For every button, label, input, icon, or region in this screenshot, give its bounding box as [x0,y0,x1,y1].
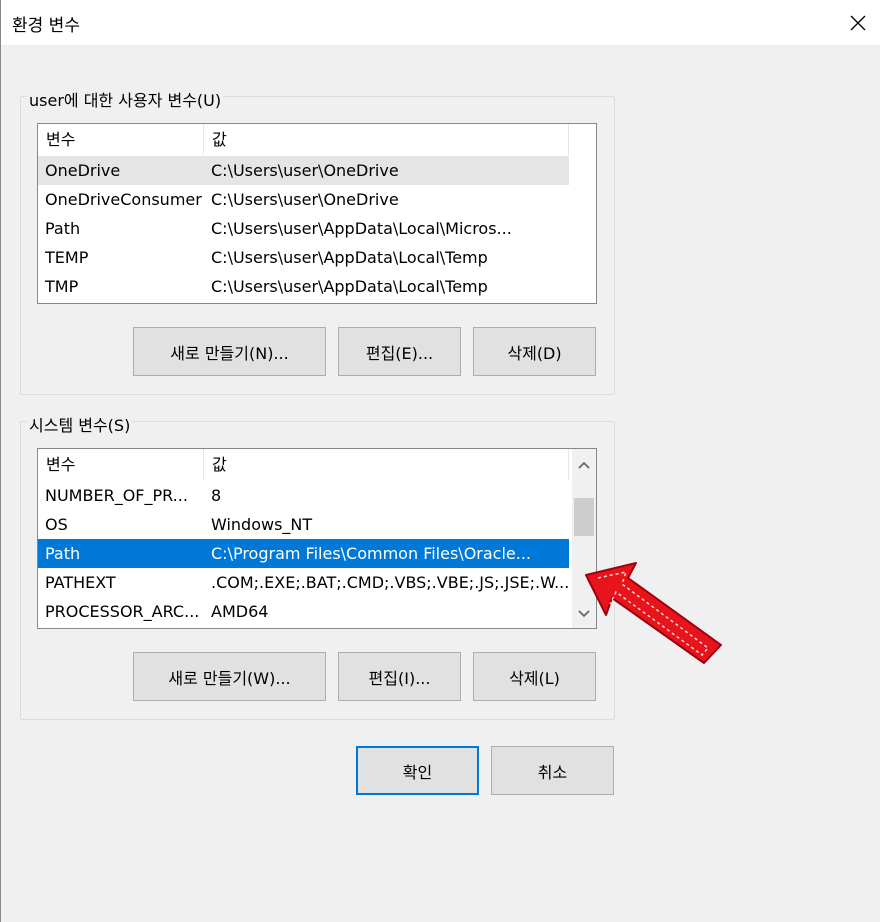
list-header: 변수 값 [38,124,569,155]
list-item[interactable]: OS Windows_NT [38,510,569,539]
user-edit-button[interactable]: 편집(E)... [338,327,461,376]
close-button[interactable] [834,0,880,45]
variable-value: .COM;.EXE;.BAT;.CMD;.VBS;.VBE;.JS;.JSE;.… [211,573,568,592]
variable-value: C:\Users\user\OneDrive [211,161,399,180]
scroll-up-button[interactable] [572,449,596,480]
system-variables-group-title: 시스템 변수(S) [27,412,133,436]
variable-value: C:\Program Files\Common Files\Oracle... [211,544,532,563]
list-item[interactable]: PATHEXT .COM;.EXE;.BAT;.CMD;.VBS;.VBE;.JS… [38,568,569,597]
environment-variables-dialog: 환경 변수 user에 대한 사용자 변수(U) 변수 값 OneDrive C:… [0,0,880,922]
variable-value: C:\Users\user\AppData\Local\Temp [211,248,488,267]
list-item[interactable]: Path C:\Users\user\AppData\Local\Micros..… [38,214,569,243]
column-header-name[interactable]: 변수 [38,449,204,480]
list-item[interactable]: OneDrive C:\Users\user\OneDrive [38,156,569,185]
variable-name: NUMBER_OF_PR... [45,486,188,505]
user-variables-list[interactable]: 변수 값 OneDrive C:\Users\user\OneDrive OneDr… [37,123,597,304]
close-icon [850,15,865,30]
ok-button[interactable]: 확인 [356,746,479,795]
variable-value: 8 [211,486,222,505]
user-delete-button[interactable]: 삭제(D) [473,327,596,376]
list-item[interactable]: OneDriveConsumer C:\Users\user\OneDrive [38,185,569,214]
system-new-button[interactable]: 새로 만들기(W)... [133,652,326,701]
scroll-thumb[interactable] [574,498,594,536]
system-variables-list[interactable]: 변수 값 NUMBER_OF_PR... 8 OS Windows_NT Path C:\… [37,448,597,629]
variable-name: Path [45,544,81,563]
list-item[interactable]: Path C:\Program Files\Common Files\Oracle… [38,539,569,568]
user-variables-group-title: user에 대한 사용자 변수(U) [27,87,224,111]
window-title: 환경 변수 [12,16,80,36]
column-header-value[interactable]: 값 [204,449,569,480]
user-new-button[interactable]: 새로 만들기(N)... [133,327,326,376]
variable-name: OneDrive [45,161,121,180]
system-edit-button[interactable]: 편집(I)... [338,652,461,701]
list-header: 변수 값 [38,449,569,480]
variable-name: Path [45,219,81,238]
chevron-up-icon [578,461,590,469]
variable-name: TMP [45,277,79,296]
variable-value: Windows_NT [211,515,313,534]
variable-name: PROCESSOR_ARC... [45,602,200,621]
variable-name: OS [45,515,68,534]
variable-value: C:\Users\user\AppData\Local\Micros... [211,219,512,238]
column-header-name[interactable]: 변수 [38,124,204,155]
list-item[interactable]: TEMP C:\Users\user\AppData\Local\Temp [38,243,569,272]
variable-name: TEMP [45,248,89,267]
red-arrow-annotation-icon [585,562,722,664]
variable-value: C:\Users\user\AppData\Local\Temp [211,277,488,296]
variable-value: C:\Users\user\OneDrive [211,190,399,209]
variable-name: OneDriveConsumer [45,190,202,209]
list-item[interactable]: TMP C:\Users\user\AppData\Local\Temp [38,272,569,301]
column-header-value[interactable]: 값 [204,124,569,155]
list-item[interactable]: NUMBER_OF_PR... 8 [38,481,569,510]
title-bar[interactable]: 환경 변수 [1,0,880,45]
variable-name: PATHEXT [45,573,116,592]
variable-value: AMD64 [211,602,269,621]
cancel-button[interactable]: 취소 [491,746,614,795]
list-item[interactable]: PROCESSOR_ARC... AMD64 [38,597,569,626]
